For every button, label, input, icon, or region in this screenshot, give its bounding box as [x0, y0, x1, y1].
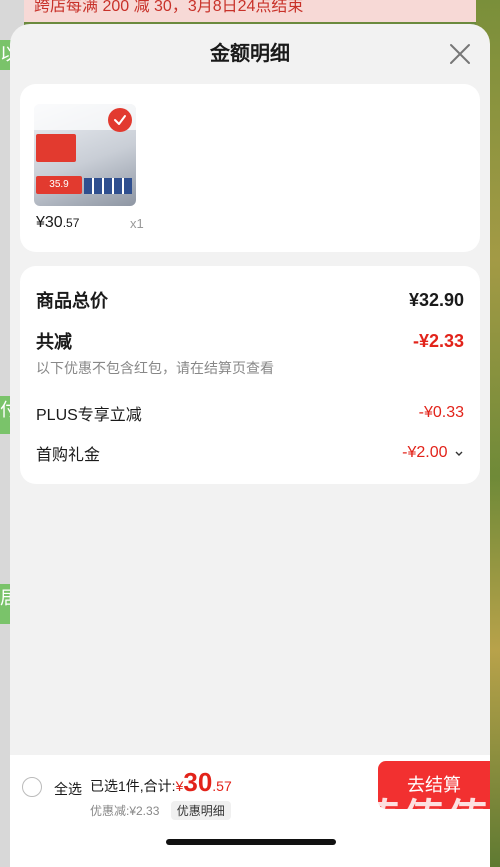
select-all-checkbox[interactable] [22, 777, 42, 797]
watermark-logo: 值值值 [357, 796, 490, 843]
product-price-dec: .57 [62, 216, 80, 230]
product-quantity: x1 [130, 216, 144, 231]
discount-amount-text: 优惠减:¥2.33 [90, 804, 160, 818]
discount-summary: 优惠减:¥2.33 优惠明细 [90, 801, 231, 820]
discount-detail-button[interactable]: 优惠明细 [170, 801, 231, 820]
order-summary: 已选1件,合计:¥30.57 [90, 767, 232, 798]
checkmark-icon[interactable] [108, 108, 132, 132]
watermark: 值值值 zhizhizhi.com [357, 796, 490, 858]
chevron-down-icon[interactable] [454, 448, 464, 458]
amount-detail-card: 商品总价 ¥32.90 共减 -¥2.33 以下优惠不包含红包，请在结算页查看 … [20, 266, 480, 484]
discount-item-first-purchase[interactable]: 首购礼金 -¥2.00 [36, 436, 464, 470]
total-amount-int: 30 [183, 767, 213, 797]
watermark-site: zhizhizhi.com [411, 842, 490, 857]
close-icon[interactable] [448, 42, 472, 66]
discount-item-value-wrap: -¥2.00 [402, 444, 464, 462]
product-card: 35.9 ¥30.57 x1 [20, 84, 480, 252]
discount-item-label: 首购礼金 [36, 447, 101, 464]
goods-total-value: ¥32.90 [408, 289, 464, 310]
promo-banner: 跨店每满 200 减 30，3月8日24点结束 [0, 0, 500, 22]
total-reduce-row: 共减 -¥2.33 [36, 328, 464, 354]
home-indicator [166, 839, 336, 845]
product-image-price: 35.9 [36, 176, 82, 194]
sheet-header: 金额明细 [10, 24, 490, 84]
amount-detail-sheet: 金额明细 35.9 ¥30.57 x1 商品总价 ¥32.90 共减 -¥2.3… [10, 24, 490, 867]
sheet-title: 金额明细 [210, 43, 290, 65]
discount-item-label: PLUS专享立减 [36, 407, 142, 424]
product-image-label [36, 134, 76, 162]
discount-item-plus: PLUS专享立减 -¥0.33 [36, 396, 464, 430]
select-all-label[interactable]: 全选 [54, 779, 82, 799]
discount-note: 以下优惠不包含红包，请在结算页查看 [36, 360, 274, 376]
product-image[interactable]: 35.9 [34, 104, 136, 206]
discount-item-value: -¥2.00 [402, 444, 448, 461]
product-image-bottles [84, 178, 132, 194]
total-reduce-label: 共减 [36, 332, 72, 352]
discount-item-value: -¥0.33 [418, 404, 464, 421]
goods-total-row: 商品总价 ¥32.90 [36, 286, 464, 314]
selected-count-text: 已选1件,合计: [90, 778, 176, 794]
goods-total-label: 商品总价 [36, 291, 108, 311]
total-reduce-value: -¥2.33 [412, 330, 464, 351]
product-price: ¥30.57 [36, 214, 79, 232]
product-price-int: ¥30 [36, 214, 63, 231]
total-amount-dec: .57 [212, 778, 232, 794]
